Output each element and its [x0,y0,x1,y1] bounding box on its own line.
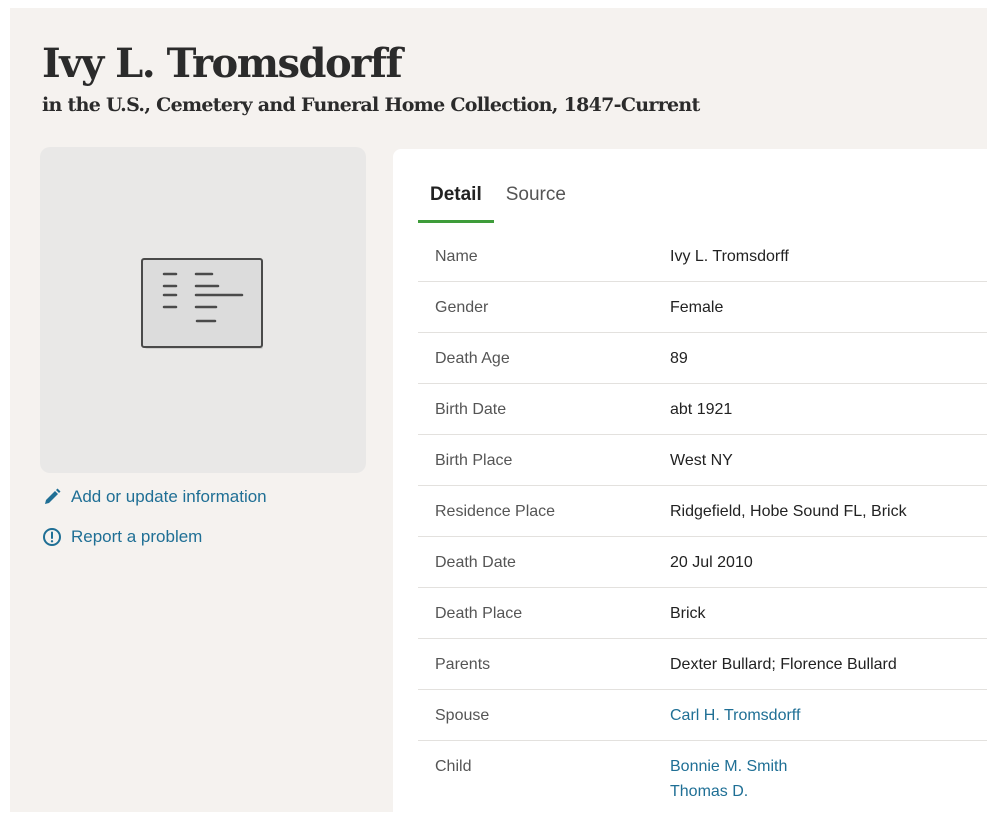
row-label: Parents [435,656,491,673]
row-label: Child [435,758,472,775]
page-title: Ivy L. Tromsdorff [42,40,403,87]
row-value: abt 1921 [670,401,733,418]
detail-row-death-age: Death Age 89 [418,332,987,383]
collection-subtitle: in the U.S., Cemetery and Funeral Home C… [42,94,700,116]
row-value: Ivy L. Tromsdorff [670,248,789,265]
row-value: West NY [670,452,733,469]
row-label: Death Date [435,554,516,571]
child-link[interactable]: Thomas D. [670,783,748,801]
report-problem-link[interactable]: Report a problem [42,527,202,547]
report-problem-label: Report a problem [71,527,203,546]
detail-row-birth-date: Birth Date abt 1921 [418,383,987,434]
row-value: Dexter Bullard; Florence Bullard [670,656,897,673]
child-link[interactable]: Bonnie M. Smith [670,758,787,776]
spouse-link[interactable]: Carl H. Tromsdorff [670,707,800,725]
row-label: Death Age [435,350,510,367]
detail-table: Name Ivy L. Tromsdorff Gender Female Dea… [418,231,987,821]
detail-row-death-place: Death Place Brick [418,587,987,638]
row-value: 89 [670,350,688,367]
row-value: Brick [670,605,706,622]
detail-row-spouse: Spouse Carl H. Tromsdorff [418,689,987,740]
detail-row-name: Name Ivy L. Tromsdorff [418,231,987,281]
row-label: Birth Date [435,401,507,418]
page-background: Ivy L. Tromsdorff in the U.S., Cemetery … [10,8,987,812]
detail-row-child: Child Bonnie M. Smith Thomas D. [418,740,987,821]
detail-row-residence-place: Residence Place Ridgefield, Hobe Sound F… [418,485,987,536]
detail-row-gender: Gender Female [418,281,987,332]
record-detail-panel: Detail Source Name Ivy L. Tromsdorff Gen… [393,149,987,812]
row-value: Ridgefield, Hobe Sound FL, Brick [670,503,907,520]
row-label: Name [435,248,478,265]
add-update-label: Add or update information [71,487,267,506]
row-value: Female [670,299,724,316]
tab-detail[interactable]: Detail [418,181,494,223]
detail-row-death-date: Death Date 20 Jul 2010 [418,536,987,587]
tab-source[interactable]: Source [494,181,578,223]
detail-row-birth-place: Birth Place West NY [418,434,987,485]
row-label: Residence Place [435,503,556,520]
pencil-icon [45,488,61,504]
row-label: Death Place [435,605,523,622]
tab-bar: Detail Source [418,181,578,223]
record-image-placeholder[interactable] [40,147,366,473]
row-label: Spouse [435,707,490,724]
row-value: 20 Jul 2010 [670,554,753,571]
add-update-information-link[interactable]: Add or update information [42,487,267,507]
document-record-icon [141,258,263,349]
row-label: Gender [435,299,489,316]
row-label: Birth Place [435,452,513,469]
exclamation-circle-icon [43,528,61,546]
detail-row-parents: Parents Dexter Bullard; Florence Bullard [418,638,987,689]
